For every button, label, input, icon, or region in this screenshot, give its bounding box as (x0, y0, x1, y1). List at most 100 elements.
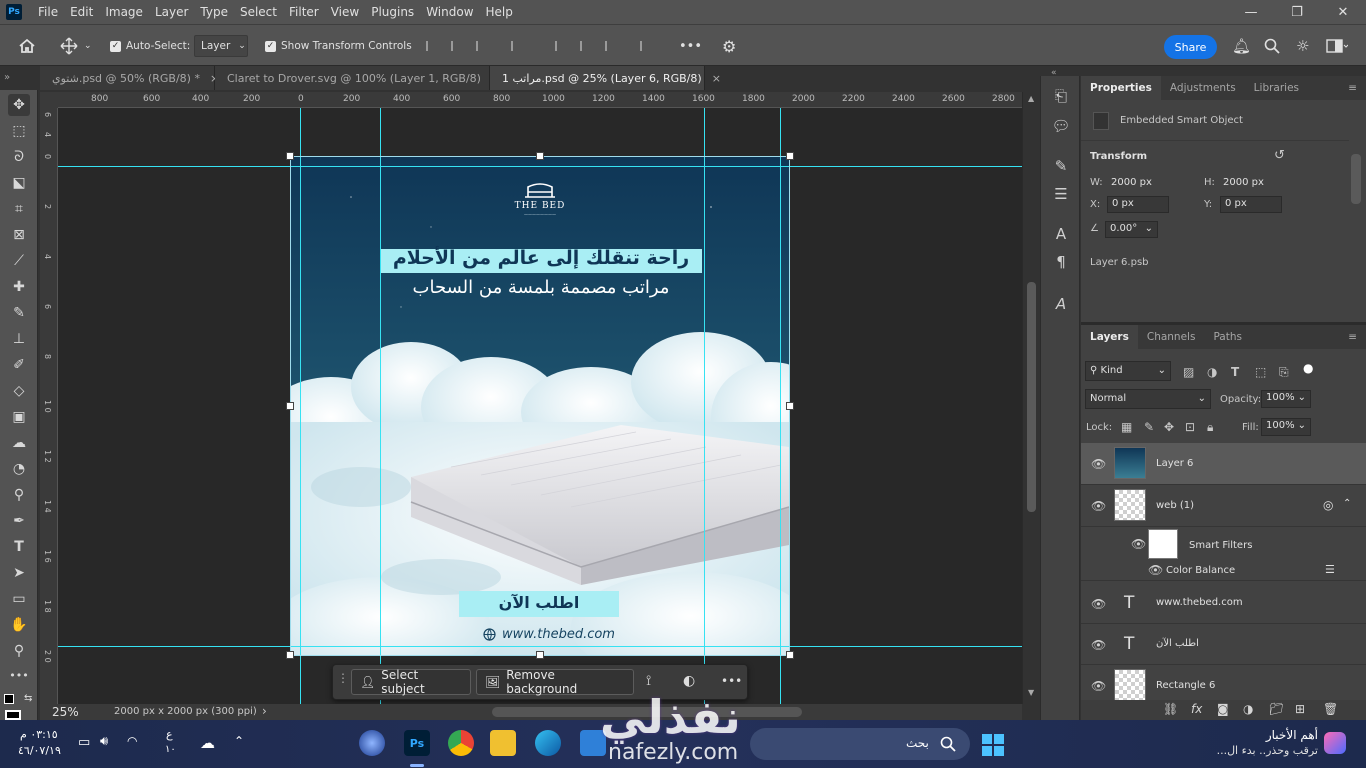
menu-window[interactable]: Window (420, 0, 479, 24)
layers-scroll-thumb[interactable] (1351, 457, 1361, 477)
swap-colors-icon[interactable]: ⇆ (24, 693, 32, 704)
lock-all-icon[interactable]: 🔒︎ (1207, 420, 1213, 435)
auto-select-target[interactable]: Layer ⌄ (194, 25, 248, 67)
filter-toggle-icon[interactable]: ● (1303, 361, 1313, 375)
visibility-eye-icon[interactable]: 👁︎ (1091, 500, 1106, 512)
chevron-up-icon[interactable]: ⌃ (1343, 498, 1351, 509)
workspace-icon[interactable] (1326, 25, 1348, 67)
move-tool-icon[interactable]: ⌄ (60, 25, 92, 67)
chevron-down-icon[interactable]: ⌄ (84, 41, 92, 51)
layer-name[interactable]: اطلب الآن (1156, 638, 1199, 649)
reset-transform-icon[interactable]: ↺ (1274, 148, 1285, 163)
menu-help[interactable]: Help (480, 0, 519, 24)
search-icon[interactable] (1264, 25, 1280, 67)
share-button[interactable]: Share (1164, 35, 1217, 59)
news-subtitle[interactable]: ترقب وحذر.. بدء ال... (1210, 744, 1318, 757)
add-mask-icon[interactable]: ◙ (1217, 702, 1229, 716)
tab-libraries[interactable]: Libraries (1245, 76, 1308, 100)
layer-row-cta-text[interactable]: 👁︎ T اطلب الآن (1081, 624, 1366, 665)
comments-icon[interactable]: 💬︎ (1051, 116, 1071, 136)
marquee-tool-icon[interactable]: ⬚ (8, 120, 30, 142)
menu-plugins[interactable]: Plugins (365, 0, 420, 24)
minimize-button[interactable]: — (1228, 0, 1274, 24)
crop-tool-icon[interactable]: ⌗ (8, 198, 30, 220)
menu-layer[interactable]: Layer (149, 0, 194, 24)
scroll-up-icon[interactable]: ▲ (1028, 94, 1034, 103)
filter-options-icon[interactable]: ☰ (1325, 563, 1335, 576)
layer-effects-button[interactable]: fx (1191, 702, 1202, 716)
history-icon[interactable]: ⎗ (1051, 86, 1071, 106)
clone-stamp-icon[interactable]: ⊥ (8, 328, 30, 350)
blur-tool-icon[interactable]: ☁ (8, 432, 30, 454)
history-brush-icon[interactable]: ✐ (8, 354, 30, 376)
pen-tool-icon[interactable]: ✒ (8, 510, 30, 532)
visibility-eye-icon[interactable]: 👁︎ (1091, 639, 1106, 651)
filter-adjustment-icon[interactable]: ◑ (1207, 365, 1217, 379)
healing-brush-icon[interactable]: ✚ (8, 276, 30, 298)
x-input[interactable]: 0 px (1107, 196, 1169, 213)
tab-winter-psd[interactable]: شتوي.psd @ 50% (RGB/8) * × (40, 66, 219, 90)
filter-smart-icon[interactable]: ⎘ (1279, 365, 1289, 380)
distribute-vertical-icon[interactable] (638, 39, 652, 53)
transform-handle-bottom-left[interactable] (286, 651, 294, 659)
new-adjustment-icon[interactable]: ◑ (1243, 702, 1253, 716)
transform-handle-bottom-right[interactable] (786, 651, 794, 659)
zoom-tool-icon[interactable]: ⚲ (8, 640, 30, 662)
more-options-button[interactable]: ••• (679, 25, 702, 67)
eraser-tool-icon[interactable]: ◇ (8, 380, 30, 402)
properties-scroll-thumb[interactable] (1351, 154, 1361, 204)
vertical-scrollbar[interactable]: ▲ ▼ (1022, 92, 1040, 704)
drag-handle-icon[interactable]: ⋮ (337, 671, 349, 685)
align-bottom-icon[interactable] (603, 39, 617, 53)
character-icon[interactable]: A (1051, 224, 1071, 244)
more-tools-icon[interactable]: ••• (8, 664, 30, 686)
lock-transparent-icon[interactable]: ▦ (1121, 420, 1132, 434)
photoshop-taskbar-icon[interactable]: Ps (404, 730, 430, 756)
zoom-dodge-icon[interactable]: ⚲ (8, 484, 30, 506)
menu-image[interactable]: Image (99, 0, 149, 24)
menu-edit[interactable]: Edit (64, 0, 99, 24)
tab-channels[interactable]: Channels (1138, 325, 1205, 349)
chevron-up-icon[interactable]: ⌃ (234, 734, 244, 748)
layer-row-layer-6[interactable]: 👁︎ Layer 6 (1081, 443, 1366, 485)
edge-icon[interactable] (535, 730, 561, 756)
move-tool-icon[interactable]: ✥ (8, 94, 30, 116)
object-selection-tool-icon[interactable]: ⬕ (8, 172, 30, 194)
align-top-icon[interactable] (553, 39, 567, 53)
layer-name[interactable]: web (1) (1156, 500, 1194, 511)
layer-row-website-text[interactable]: 👁︎ T www.thebed.com (1081, 583, 1366, 624)
opacity-input[interactable]: 100% ⌄ (1261, 390, 1311, 408)
new-layer-icon[interactable]: ⊞ (1295, 702, 1305, 716)
lock-pixels-icon[interactable]: ✎ (1144, 420, 1154, 434)
menu-view[interactable]: View (325, 0, 365, 24)
tab-paths[interactable]: Paths (1204, 325, 1251, 349)
ctx-more-button[interactable]: ••• (721, 674, 742, 688)
angle-input[interactable]: 0.00° ⌄ (1105, 221, 1158, 238)
scroll-thumb[interactable] (1027, 282, 1036, 512)
chrome-icon[interactable] (448, 730, 474, 756)
mask-icon[interactable]: ◐ (683, 673, 695, 689)
layer-row-rectangle-6[interactable]: 👁︎ Rectangle 6 (1081, 665, 1366, 701)
eyedropper-tool-icon[interactable]: ⟋ (8, 250, 30, 272)
taskbar-search-box[interactable]: بحث (750, 728, 970, 760)
tab-layers[interactable]: Layers (1081, 325, 1138, 349)
clock-date[interactable]: ٤٦/٠٧/١٩ (18, 744, 61, 757)
height-value[interactable]: 2000 px (1223, 177, 1264, 188)
visibility-eye-icon[interactable]: 👁︎ (1091, 598, 1106, 610)
align-center-icon[interactable] (449, 39, 463, 53)
select-subject-button[interactable]: 👤︎ Select subject (351, 668, 471, 696)
fill-input[interactable]: 100% ⌄ (1261, 418, 1311, 436)
scroll-down-icon[interactable]: ▼ (1028, 688, 1034, 697)
visibility-eye-icon[interactable]: 👁︎ (1091, 680, 1106, 692)
hand-tool-icon[interactable]: ✋ (8, 614, 30, 636)
new-group-icon[interactable]: 📁︎ (1269, 702, 1284, 716)
cortana-icon[interactable] (359, 730, 385, 756)
volume-icon[interactable]: 🔊︎ (100, 734, 108, 749)
dodge-tool-icon[interactable]: ◔ (8, 458, 30, 480)
bell-icon[interactable]: 🔔︎ (1232, 25, 1251, 67)
transform-handle-top[interactable] (536, 152, 544, 160)
menu-select[interactable]: Select (234, 0, 283, 24)
blend-mode-select[interactable]: Normal ⌄ (1085, 389, 1211, 409)
lightbulb-icon[interactable]: ☼ (1296, 25, 1309, 67)
rectangle-tool-icon[interactable]: ▭ (8, 588, 30, 610)
